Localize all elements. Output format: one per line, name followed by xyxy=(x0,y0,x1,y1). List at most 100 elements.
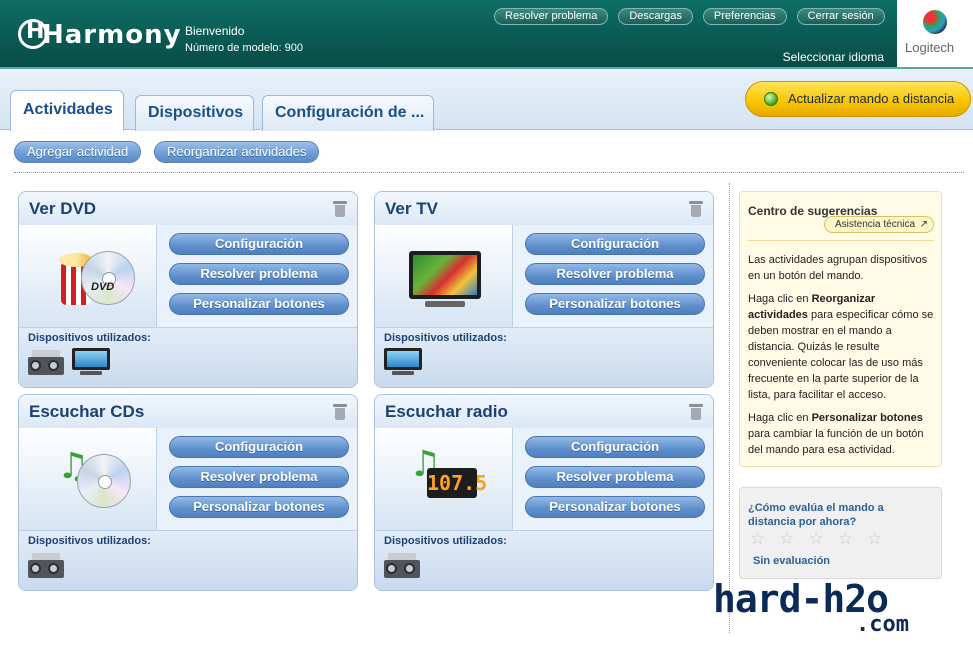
device-list xyxy=(384,551,420,579)
tab-activities[interactable]: Actividades xyxy=(10,90,124,131)
star-icon[interactable]: ☆ xyxy=(779,529,794,549)
devices-used-label: Dispositivos utilizados: xyxy=(28,332,151,344)
update-remote-label: Actualizar mando a distancia xyxy=(788,91,955,106)
select-language-link[interactable]: Seleccionar idioma xyxy=(783,50,884,64)
troubleshoot-link[interactable]: Resolver problema xyxy=(494,8,609,25)
model-number: Número de modelo: 900 xyxy=(185,42,304,54)
top-links: Resolver problema Descargas Preferencias… xyxy=(494,8,885,25)
suggestion-p3: Haga clic en Personalizar botones para c… xyxy=(748,412,924,456)
activity-title: Ver DVD xyxy=(29,199,97,218)
suggestions-panel: Centro de sugerencias Asistencia técnica… xyxy=(739,191,942,467)
update-remote-button[interactable]: Actualizar mando a distancia xyxy=(745,81,971,117)
star-icon[interactable]: ☆ xyxy=(809,529,824,549)
troubleshoot-button[interactable]: Resolver problema xyxy=(169,263,349,285)
radio-display: 107.5 xyxy=(427,468,487,498)
stereo-icon[interactable] xyxy=(28,551,64,579)
card-body: DVD Configuración Resolver problema Pers… xyxy=(19,225,357,327)
devices-used-label: Dispositivos utilizados: xyxy=(384,535,507,547)
card-buttons: Configuración Resolver problema Personal… xyxy=(169,233,349,323)
harmony-logo-text: Harmony xyxy=(42,20,182,50)
customize-buttons-button[interactable]: Personalizar botones xyxy=(169,496,349,518)
tv-screen-icon xyxy=(409,251,481,299)
dvd-disc-icon xyxy=(81,251,135,305)
customize-buttons-button[interactable]: Personalizar botones xyxy=(525,293,705,315)
activity-image xyxy=(375,225,513,327)
cd-disc-icon xyxy=(77,454,131,508)
app-header: Harmony Bienvenido Número de modelo: 900… xyxy=(0,0,973,69)
activity-title: Escuchar radio xyxy=(385,402,508,421)
add-activity-button[interactable]: Agregar actividad xyxy=(14,141,142,163)
dvd-label: DVD xyxy=(91,281,115,293)
divider xyxy=(748,240,934,241)
rating-question: ¿Cómo evalúa el mando a distancia por ah… xyxy=(748,502,884,528)
card-buttons: Configuración Resolver problema Personal… xyxy=(525,436,705,526)
activity-image: ♫ 107.5 xyxy=(375,428,513,530)
card-body: ♫ Configuración Resolver problema Person… xyxy=(19,428,357,530)
divider xyxy=(14,172,964,173)
watermark-domain: .com xyxy=(856,612,909,637)
star-icon[interactable]: ☆ xyxy=(867,529,882,549)
devices-used: Dispositivos utilizados: xyxy=(19,530,357,590)
harmony-logo-mark xyxy=(18,18,48,49)
card-header: Ver TV xyxy=(375,192,713,225)
configuration-button[interactable]: Configuración xyxy=(169,436,349,458)
activity-card-ver-tv: Ver TV Configuración Resolver problema P… xyxy=(374,191,714,388)
stereo-icon[interactable] xyxy=(384,551,420,579)
tech-support-button[interactable]: Asistencia técnica xyxy=(824,216,935,233)
devices-used-label: Dispositivos utilizados: xyxy=(384,332,507,344)
logitech-mark-icon xyxy=(923,10,947,34)
card-header: Ver DVD xyxy=(19,192,357,225)
harmony-logo: Harmony xyxy=(18,18,182,51)
activity-image: DVD xyxy=(19,225,157,327)
rating-status: Sin evaluación xyxy=(753,555,831,567)
activity-card-escuchar-cds: Escuchar CDs ♫ Configuración Resolver pr… xyxy=(18,394,358,591)
card-body: Configuración Resolver problema Personal… xyxy=(375,225,713,327)
device-list xyxy=(28,551,64,579)
troubleshoot-button[interactable]: Resolver problema xyxy=(525,466,705,488)
trash-icon[interactable] xyxy=(333,404,347,420)
card-buttons: Configuración Resolver problema Personal… xyxy=(169,436,349,526)
configuration-button[interactable]: Configuración xyxy=(525,233,705,255)
logitech-name: Logitech xyxy=(905,40,955,55)
troubleshoot-button[interactable]: Resolver problema xyxy=(525,263,705,285)
customize-buttons-button[interactable]: Personalizar botones xyxy=(525,496,705,518)
card-body: ♫ 107.5 Configuración Resolver problema … xyxy=(375,428,713,530)
status-dot-icon xyxy=(764,92,778,106)
welcome-text: Bienvenido xyxy=(185,24,245,38)
activity-image: ♫ xyxy=(19,428,157,530)
preferences-link[interactable]: Preferencias xyxy=(702,8,787,25)
devices-used: Dispositivos utilizados: xyxy=(19,327,357,387)
trash-icon[interactable] xyxy=(333,201,347,217)
star-icon[interactable]: ☆ xyxy=(838,529,853,549)
suggestions-text: Las actividades agrupan dispositivos en … xyxy=(748,252,938,465)
device-list xyxy=(28,348,110,376)
suggestion-p2: Haga clic en Reorganizar actividades par… xyxy=(748,293,934,401)
configuration-button[interactable]: Configuración xyxy=(525,436,705,458)
rating-stars: ☆ ☆ ☆ ☆ ☆ xyxy=(750,529,882,549)
logitech-logo: Logitech xyxy=(897,0,973,69)
trash-icon[interactable] xyxy=(689,201,703,217)
device-list xyxy=(384,348,422,376)
stereo-icon[interactable] xyxy=(28,348,64,376)
card-header: Escuchar CDs xyxy=(19,395,357,428)
customize-buttons-button[interactable]: Personalizar botones xyxy=(169,293,349,315)
tv-icon[interactable] xyxy=(384,348,422,376)
star-icon[interactable]: ☆ xyxy=(750,529,765,549)
trash-icon[interactable] xyxy=(689,404,703,420)
tab-configuration[interactable]: Configuración de ... xyxy=(262,95,434,131)
activity-title: Ver TV xyxy=(385,199,438,218)
tab-devices[interactable]: Dispositivos xyxy=(135,95,254,131)
rating-panel: ¿Cómo evalúa el mando a distancia por ah… xyxy=(739,487,942,579)
vertical-divider xyxy=(729,183,730,633)
downloads-link[interactable]: Descargas xyxy=(618,8,693,25)
troubleshoot-button[interactable]: Resolver problema xyxy=(169,466,349,488)
reorder-activities-button[interactable]: Reorganizar actividades xyxy=(154,141,320,163)
configuration-button[interactable]: Configuración xyxy=(169,233,349,255)
tv-stand-icon xyxy=(425,301,465,307)
devices-used: Dispositivos utilizados: xyxy=(375,530,713,590)
card-header: Escuchar radio xyxy=(375,395,713,428)
tv-icon[interactable] xyxy=(72,348,110,376)
card-buttons: Configuración Resolver problema Personal… xyxy=(525,233,705,323)
devices-used-label: Dispositivos utilizados: xyxy=(28,535,151,547)
logout-link[interactable]: Cerrar sesión xyxy=(796,8,885,25)
